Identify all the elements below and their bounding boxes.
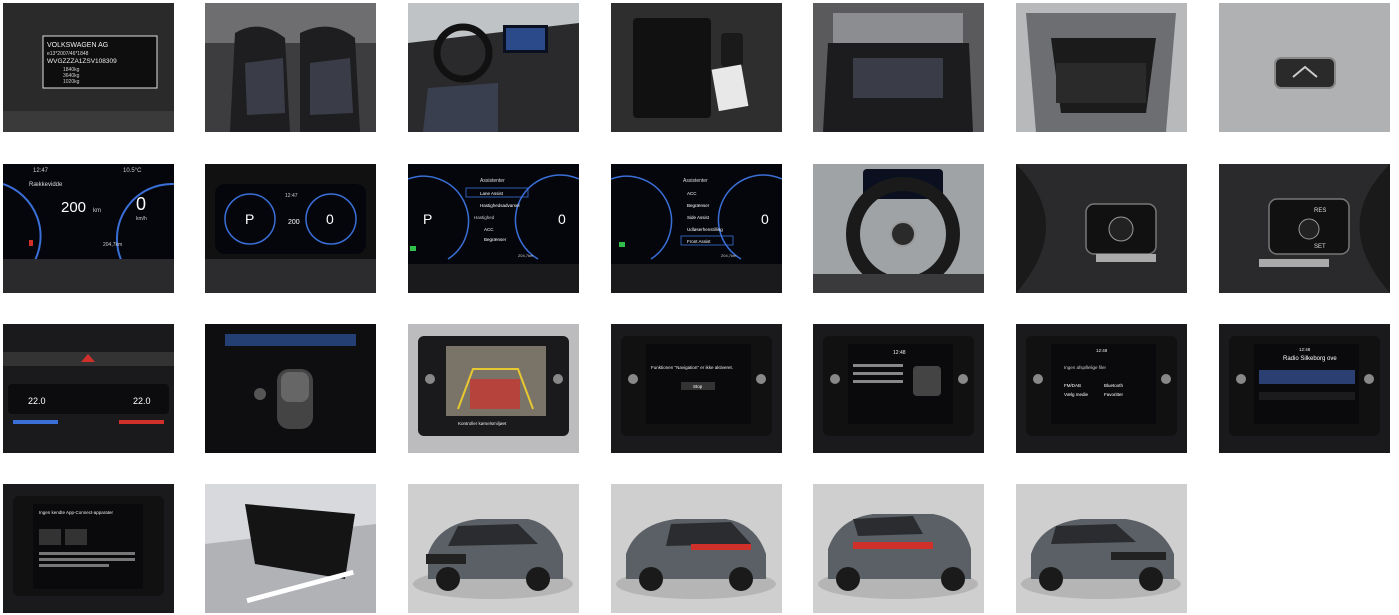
svg-text:12:48: 12:48 <box>893 350 906 356</box>
svg-text:0: 0 <box>136 194 146 214</box>
svg-text:Bluetooth: Bluetooth <box>1104 383 1124 388</box>
svg-text:Rækkevidde: Rækkevidde <box>29 182 63 188</box>
svg-text:204,7km: 204,7km <box>721 253 737 258</box>
photo-car-front[interactable] <box>1016 484 1187 613</box>
photo-infotainment-radio[interactable]: 12:48 Radio Silkeborg ove <box>1219 324 1390 453</box>
svg-text:0: 0 <box>558 211 566 227</box>
photo-steering-right-controls[interactable]: RES SET <box>1219 164 1390 293</box>
photo-rear-view-mirror[interactable] <box>205 484 376 613</box>
svg-text:204,7km: 204,7km <box>103 242 122 248</box>
svg-text:12:47: 12:47 <box>33 168 49 174</box>
svg-text:Lane Assist: Lane Assist <box>480 191 504 196</box>
photo-infotainment-phone[interactable]: 12:48 <box>813 324 984 453</box>
photo-infotainment-navigation[interactable]: Funktionen "Navigation" er ikke aktivere… <box>611 324 782 453</box>
svg-text:Assistenter: Assistenter <box>683 178 708 184</box>
svg-text:Udløserhenstilling: Udløserhenstilling <box>687 227 723 232</box>
svg-text:Begrænser: Begrænser <box>484 237 507 242</box>
svg-text:22.0: 22.0 <box>133 396 151 406</box>
svg-text:22.0: 22.0 <box>28 396 46 406</box>
svg-text:Side Assist: Side Assist <box>687 215 710 220</box>
photo-cluster-assist-menu-2[interactable]: 0 Assistenter ACC Begrænser Side Assist … <box>611 164 782 293</box>
photo-infotainment-app-connect[interactable]: Ingen kendte App-Connect-apparater <box>3 484 174 613</box>
photo-manual-and-keys[interactable] <box>611 3 782 132</box>
svg-text:Favoritter: Favoritter <box>1104 392 1124 397</box>
svg-text:Assistenter: Assistenter <box>480 178 505 184</box>
svg-text:12:48: 12:48 <box>1299 347 1311 352</box>
photo-cluster-assist-menu-1[interactable]: P 0 Assistenter Lane Assist Hastighedsad… <box>408 164 579 293</box>
photo-trunk[interactable] <box>1016 3 1187 132</box>
svg-text:Ingen kendte App-Connect-appar: Ingen kendte App-Connect-apparater <box>39 510 114 515</box>
svg-text:10.5°C: 10.5°C <box>123 168 142 174</box>
photo-front-seats[interactable] <box>205 3 376 132</box>
svg-text:Stop: Stop <box>693 384 703 389</box>
photo-vin-plate[interactable]: VOLKSWAGEN AG e13*2007/46*1848 WVGZZZA1Z… <box>3 3 174 132</box>
svg-text:200: 200 <box>288 219 300 226</box>
photo-cluster-range[interactable]: 12:47 10.5°C Rækkevidde 200 km 0 km/h 20… <box>3 164 174 293</box>
svg-text:FM/DAB: FM/DAB <box>1064 383 1081 388</box>
photo-dashboard-interior[interactable] <box>408 3 579 132</box>
svg-text:Radio Silkeborg ove: Radio Silkeborg ove <box>1283 356 1337 362</box>
svg-text:0: 0 <box>761 211 769 227</box>
svg-text:Hastighedsadvarsel: Hastighedsadvarsel <box>480 203 520 208</box>
svg-text:204,7km: 204,7km <box>518 253 534 258</box>
svg-text:12:47: 12:47 <box>285 193 298 199</box>
photo-cluster-overview[interactable]: P 0 12:47 200 <box>205 164 376 293</box>
svg-text:VOLKSWAGEN AG: VOLKSWAGEN AG <box>47 42 108 49</box>
photo-climate-panel[interactable]: 22.0 22.0 <box>3 324 174 453</box>
svg-text:Front Assist: Front Assist <box>687 239 711 244</box>
svg-text:0: 0 <box>326 211 334 227</box>
svg-text:200: 200 <box>61 199 86 216</box>
svg-text:Ingen afspillelige filer: Ingen afspillelige filer <box>1064 365 1107 370</box>
svg-text:P: P <box>423 211 432 227</box>
photo-trunk-release-button[interactable] <box>1219 3 1390 132</box>
svg-text:1020kg: 1020kg <box>63 79 80 85</box>
photo-gallery: VOLKSWAGEN AG e13*2007/46*1848 WVGZZZA1Z… <box>0 0 1399 615</box>
svg-text:ACC: ACC <box>687 191 697 196</box>
svg-text:Funktionen "Navigation" er ikk: Funktionen "Navigation" er ikke aktivere… <box>651 365 733 370</box>
photo-infotainment-media[interactable]: 12:48 Ingen afspillelige filer FM/DAB Væ… <box>1016 324 1187 453</box>
svg-text:RES: RES <box>1314 208 1326 214</box>
photo-steering-wheel[interactable] <box>813 164 984 293</box>
photo-steering-left-controls[interactable] <box>1016 164 1187 293</box>
svg-text:P: P <box>245 211 254 227</box>
svg-text:SET: SET <box>1314 244 1326 250</box>
svg-text:WVGZZZA1ZSV108309: WVGZZZA1ZSV108309 <box>47 58 117 65</box>
svg-text:Vælg medie: Vælg medie <box>1064 392 1089 397</box>
svg-text:km: km <box>93 208 101 214</box>
photo-car-rear[interactable] <box>813 484 984 613</box>
svg-text:e13*2007/46*1848: e13*2007/46*1848 <box>47 51 89 57</box>
svg-text:km/h: km/h <box>136 216 147 222</box>
svg-text:Hastighed: Hastighed <box>474 215 495 220</box>
svg-text:ACC: ACC <box>484 227 494 232</box>
svg-text:Kontroller kørselsmiljøet: Kontroller kørselsmiljøet <box>458 421 507 426</box>
photo-rear-camera[interactable]: Kontroller kørselsmiljøet <box>408 324 579 453</box>
photo-gear-selector[interactable] <box>205 324 376 453</box>
svg-text:12:48: 12:48 <box>1096 348 1108 353</box>
svg-text:Begrænser: Begrænser <box>687 203 710 208</box>
photo-car-front-3q[interactable] <box>408 484 579 613</box>
photo-car-rear-3q[interactable] <box>611 484 782 613</box>
photo-rear-seats[interactable] <box>813 3 984 132</box>
